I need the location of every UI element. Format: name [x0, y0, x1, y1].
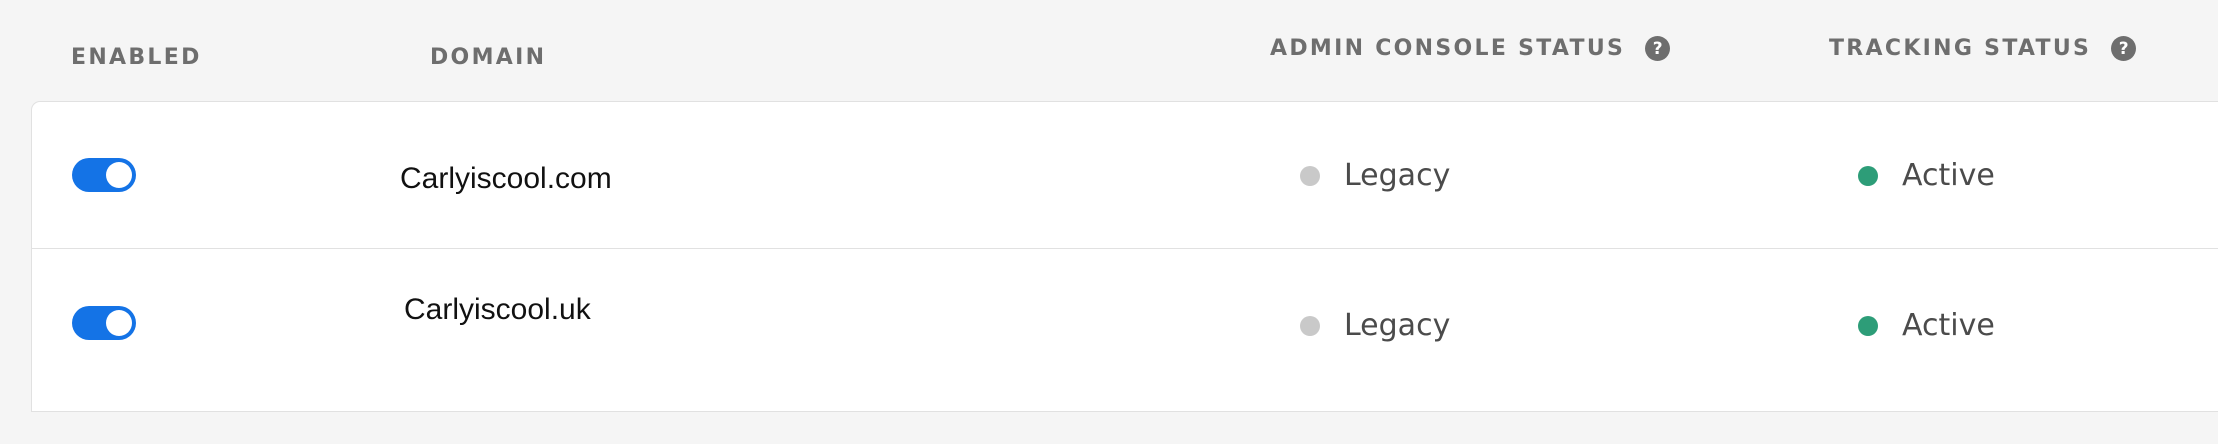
- column-header-tracking-status-label: TRACKING STATUS: [1829, 36, 2092, 61]
- status-dot-icon: [1300, 315, 1320, 336]
- domains-table: Carlyiscool.com Legacy Active Carlyiscoo…: [31, 101, 2218, 412]
- tracking-status: Active: [1858, 308, 1995, 343]
- admin-console-status-label: Legacy: [1344, 158, 1451, 193]
- column-header-admin-console-status-label: ADMIN CONSOLE STATUS: [1270, 36, 1626, 61]
- table-row: Carlyiscool.com Legacy Active: [32, 102, 2218, 249]
- domains-table-page: ENABLED DOMAIN ADMIN CONSOLE STATUS ? TR…: [0, 0, 2218, 444]
- tracking-status-label: Active: [1902, 158, 1995, 193]
- admin-console-status-label: Legacy: [1344, 308, 1451, 343]
- tracking-status: Active: [1858, 158, 1995, 193]
- admin-console-status: Legacy: [1300, 158, 1450, 193]
- column-header-domain-label: DOMAIN: [430, 45, 547, 70]
- admin-console-status: Legacy: [1300, 308, 1450, 343]
- column-header-enabled: ENABLED: [71, 45, 202, 70]
- domain-name: Carlyiscool.uk: [404, 293, 591, 326]
- toggle-knob: [106, 310, 132, 336]
- domain-name: Carlyiscool.com: [400, 162, 612, 195]
- enabled-toggle[interactable]: [72, 158, 136, 192]
- status-dot-icon: [1858, 315, 1878, 336]
- help-circle-icon[interactable]: ?: [1645, 36, 1671, 61]
- column-header-admin-console-status: ADMIN CONSOLE STATUS ?: [1270, 36, 1671, 61]
- help-circle-icon[interactable]: ?: [2111, 36, 2137, 61]
- toggle-knob: [106, 162, 132, 188]
- tracking-status-label: Active: [1902, 308, 1995, 343]
- column-header-enabled-label: ENABLED: [71, 45, 202, 70]
- column-header-tracking-status: TRACKING STATUS ?: [1829, 36, 2137, 61]
- status-dot-icon: [1300, 165, 1320, 186]
- column-header-domain: DOMAIN: [430, 45, 546, 70]
- enabled-toggle[interactable]: [72, 306, 136, 340]
- status-dot-icon: [1858, 165, 1878, 186]
- table-row: Carlyiscool.uk Legacy Active: [32, 249, 2218, 412]
